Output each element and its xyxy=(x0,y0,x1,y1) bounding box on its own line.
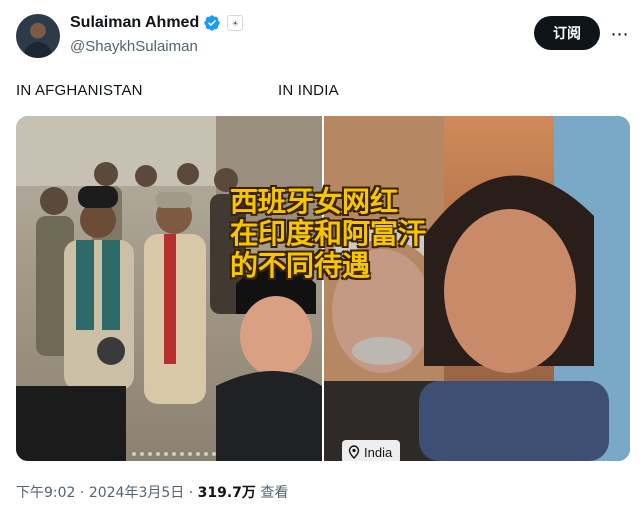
tweet-date[interactable]: 2024年3月5日 xyxy=(89,485,184,501)
caption-line: 的不同待遇 xyxy=(230,249,371,282)
views-label: 查看 xyxy=(260,485,289,501)
photo-afghanistan[interactable] xyxy=(16,116,322,461)
carousel-dot xyxy=(196,452,200,456)
tweet-meta: 下午9:02 · 2024年3月5日 · 319.7万 查看 xyxy=(16,482,288,502)
photo-india-scene xyxy=(324,116,630,461)
author-display-name[interactable]: Sulaiman Ahmed xyxy=(70,14,199,32)
meta-separator: · xyxy=(75,485,89,501)
author-handle[interactable]: @ShaykhSulaiman xyxy=(70,38,198,55)
overlay-caption: 西班牙女网红 在印度和阿富汗 的不同待遇 xyxy=(230,186,456,282)
carousel-dot xyxy=(164,452,168,456)
location-pin-icon xyxy=(348,445,360,459)
meta-separator: · xyxy=(184,485,198,501)
location-tag[interactable]: India xyxy=(342,440,401,464)
carousel-dot xyxy=(148,452,152,456)
tweet-time[interactable]: 下午9:02 xyxy=(16,485,75,501)
carousel-dot xyxy=(204,452,208,456)
tweet-media: IN AFGHANISTAN IN INDIA 西班牙女网红 在印度和阿富汗 的… xyxy=(16,74,630,464)
photo-afghanistan-scene xyxy=(16,116,322,461)
carousel-dots xyxy=(132,452,216,456)
carousel-dot xyxy=(180,452,184,456)
location-tag-label: India xyxy=(364,444,393,460)
label-afghanistan: IN AFGHANISTAN xyxy=(16,82,143,99)
carousel-dot xyxy=(156,452,160,456)
views-count: 319.7万 xyxy=(197,485,256,501)
photo-india[interactable] xyxy=(324,116,630,461)
affiliate-badge-icon[interactable]: ☀ xyxy=(227,15,244,31)
carousel-dot xyxy=(172,452,176,456)
caption-line: 西班牙女网红 xyxy=(230,185,399,218)
carousel-dot xyxy=(188,452,192,456)
carousel-dot xyxy=(132,452,136,456)
carousel-dot xyxy=(212,452,216,456)
more-dots-icon[interactable]: ⋯ xyxy=(608,22,632,46)
author-name-row: Sulaiman Ahmed ☀ xyxy=(70,14,244,32)
user-avatar-icon[interactable] xyxy=(16,14,60,58)
verified-badge-icon[interactable] xyxy=(203,14,221,32)
subscribe-button[interactable]: 订阅 xyxy=(534,16,600,50)
carousel-dot xyxy=(140,452,144,456)
label-india: IN INDIA xyxy=(278,82,339,99)
tweet-header: Sulaiman Ahmed ☀ @ShaykhSulaiman 订阅 ⋯ xyxy=(0,0,640,76)
caption-line: 在印度和阿富汗 xyxy=(230,217,427,250)
